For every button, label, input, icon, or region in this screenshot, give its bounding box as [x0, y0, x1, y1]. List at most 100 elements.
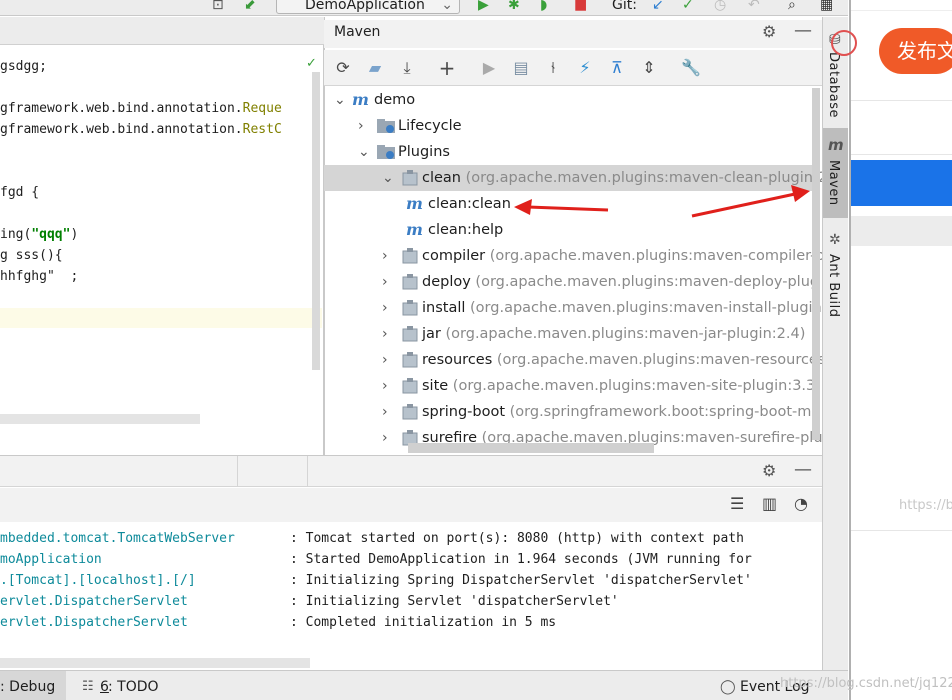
add-icon[interactable]: + — [436, 58, 458, 78]
tree-text: install (org.apache.maven.plugins:maven-… — [422, 295, 827, 321]
chevron-down-icon[interactable]: ⌄ — [382, 171, 396, 185]
code-line: gsdgg; — [0, 59, 47, 74]
maven-header: Maven ⚙ — — [324, 20, 822, 48]
run-config-label: DemoApplication — [305, 0, 425, 13]
tree-text: jar (org.apache.maven.plugins:maven-jar-… — [422, 321, 805, 347]
chevron-right-icon[interactable]: › — [358, 119, 372, 133]
tree-text: site (org.apache.maven.plugins:maven-sit… — [422, 373, 821, 399]
wrench-icon[interactable]: 🔧 — [680, 58, 702, 78]
tree-row-folder[interactable]: › Lifecycle — [324, 113, 814, 139]
reload-icon[interactable]: ⟳ — [332, 58, 354, 78]
stop-icon[interactable]: ■ — [574, 0, 587, 14]
side-tab-maven[interactable]: Maven — [826, 160, 841, 206]
soft-wrap-icon[interactable]: ☰ — [730, 494, 744, 513]
debug-icon[interactable]: ✱ — [508, 0, 520, 14]
tree-label: Lifecycle — [398, 118, 462, 134]
tree-row-plugin[interactable]: › compiler (org.apache.maven.plugins:mave… — [324, 243, 825, 269]
tree-row-plugin[interactable]: › site (org.apache.maven.plugins:maven-si… — [324, 373, 821, 399]
run-goal-icon[interactable]: ▶ — [478, 58, 500, 78]
tree-row-folder[interactable]: ⌄ Plugins — [324, 139, 814, 165]
tree-sublabel: (org.apache.maven.plugins:maven-compiler… — [485, 248, 825, 264]
git-label: Git: — [612, 0, 637, 13]
layout-icon[interactable]: ▦ — [820, 0, 833, 14]
todo-icon: ☷ — [82, 679, 94, 694]
debug-tab[interactable]: : Debug — [0, 677, 55, 697]
tree-row-project[interactable]: ⌄ m demo — [324, 87, 814, 113]
git-commit-icon[interactable]: ✓ — [682, 0, 694, 14]
arrow-head-left — [514, 199, 532, 215]
tree-label: compiler — [422, 248, 486, 264]
run-config-icon[interactable]: ▤ — [510, 58, 532, 78]
code-line: ing("qqq") — [0, 227, 79, 242]
console-message: : Tomcat started on port(s): 8080 (http)… — [290, 531, 744, 546]
chevron-right-icon[interactable]: › — [382, 405, 396, 419]
folder-icon — [376, 117, 396, 133]
browser-icon-circle — [831, 30, 857, 56]
side-tab-database[interactable]: Database — [826, 52, 841, 118]
tree-row-plugin[interactable]: › install (org.apache.maven.plugins:maven… — [324, 295, 827, 321]
editor-vertical-scrollbar[interactable] — [312, 72, 320, 370]
tree-row-plugin[interactable]: › jar (org.apache.maven.plugins:maven-jar… — [324, 321, 814, 347]
run-gear-icon[interactable]: ⚙ — [762, 461, 776, 480]
chevron-down-icon[interactable]: ⌄ — [334, 93, 348, 107]
maven-module-icon: m — [352, 90, 369, 109]
hammer-icon[interactable]: ⬋ — [244, 0, 256, 14]
run-tool-header: ⚙ — — [0, 455, 822, 487]
layout-columns-icon[interactable]: ▥ — [762, 494, 777, 513]
hide-icon[interactable]: — — [794, 20, 812, 41]
toggle-offline-icon[interactable]: ⫮ — [542, 58, 564, 78]
browser-window: 发布文 https://bl — [831, 0, 952, 700]
plugin-icon — [400, 247, 420, 265]
watermark-bottom: https://blog.csdn.net/jq1223 — [780, 676, 952, 691]
tree-label: Plugins — [398, 144, 450, 160]
chevron-right-icon[interactable]: › — [382, 301, 396, 315]
generate-sources-icon[interactable]: ▰ — [364, 58, 386, 78]
chevron-right-icon[interactable]: › — [382, 327, 396, 341]
download-icon[interactable]: ⤓ — [396, 58, 418, 78]
run-hide-icon[interactable]: — — [794, 459, 812, 480]
maven-vertical-scrollbar[interactable] — [812, 88, 820, 440]
chevron-right-icon[interactable]: › — [382, 379, 396, 393]
run-icon[interactable]: ▶ — [478, 0, 489, 14]
publish-button[interactable]: 发布文 — [879, 28, 952, 74]
console-message: : Started DemoApplication in 1.964 secon… — [290, 552, 752, 567]
plugin-icon — [400, 169, 420, 187]
editor-horizontal-scrollbar[interactable] — [0, 414, 200, 424]
chevron-right-icon[interactable]: › — [382, 353, 396, 367]
maven-tree: ⌄ m demo › Lifecycle ⌄ Plugins ⌄ clean (org.apac… — [324, 87, 827, 455]
chevron-right-icon[interactable]: › — [382, 431, 396, 445]
tree-row-plugin[interactable]: › spring-boot (org.springframework.boot:s… — [324, 399, 814, 425]
tree-row-plugin[interactable]: › deploy (org.apache.maven.plugins:maven-… — [324, 269, 819, 295]
git-update-icon[interactable]: ↙ — [652, 0, 664, 14]
plugin-icon — [400, 299, 420, 317]
run-config-select[interactable]: DemoApplication ⌄ — [276, 0, 460, 14]
code-line: gframework.web.bind.annotation.Reque — [0, 101, 282, 116]
show-dependencies-icon[interactable]: ⊼ — [606, 58, 628, 78]
rollback-icon[interactable]: ↶ — [748, 0, 760, 14]
tree-row-plugin[interactable]: › resources (org.apache.maven.plugins:mav… — [324, 347, 825, 373]
plugin-icon — [400, 377, 420, 395]
history-icon[interactable]: ◷ — [714, 0, 726, 14]
console-horizontal-scrollbar[interactable] — [0, 658, 310, 668]
tree-text: demo — [374, 87, 415, 113]
tree-label: jar — [422, 326, 441, 342]
tree-label: clean:clean — [428, 196, 511, 212]
coverage-icon[interactable]: ◗ — [540, 0, 547, 14]
side-tab-ant-build[interactable]: Ant Build — [826, 254, 841, 318]
maven-horizontal-scrollbar[interactable] — [408, 443, 654, 453]
search-icon[interactable]: ⌕ — [788, 0, 796, 14]
tree-text: deploy (org.apache.maven.plugins:maven-d… — [422, 269, 819, 295]
chevron-down-icon[interactable]: ⌄ — [358, 145, 372, 159]
gear-icon[interactable]: ⚙ — [762, 22, 776, 41]
speedometer-icon[interactable]: ◔ — [794, 494, 808, 513]
collapse-all-icon[interactable]: ⇕ — [638, 58, 660, 78]
chevron-right-icon[interactable]: › — [382, 249, 396, 263]
todo-tab[interactable]: : TODO — [108, 677, 159, 697]
console-rows: mbedded.tomcat.TomcatWebServer: Tomcat s… — [0, 528, 822, 638]
chevron-right-icon[interactable]: › — [382, 275, 396, 289]
build-icon[interactable]: ⊡ — [212, 0, 224, 14]
skip-tests-icon[interactable]: ⚡ — [574, 58, 596, 78]
tree-label: site — [422, 378, 449, 394]
console-logger: ervlet.DispatcherServlet — [0, 594, 188, 609]
arrow-line-left — [527, 205, 609, 212]
